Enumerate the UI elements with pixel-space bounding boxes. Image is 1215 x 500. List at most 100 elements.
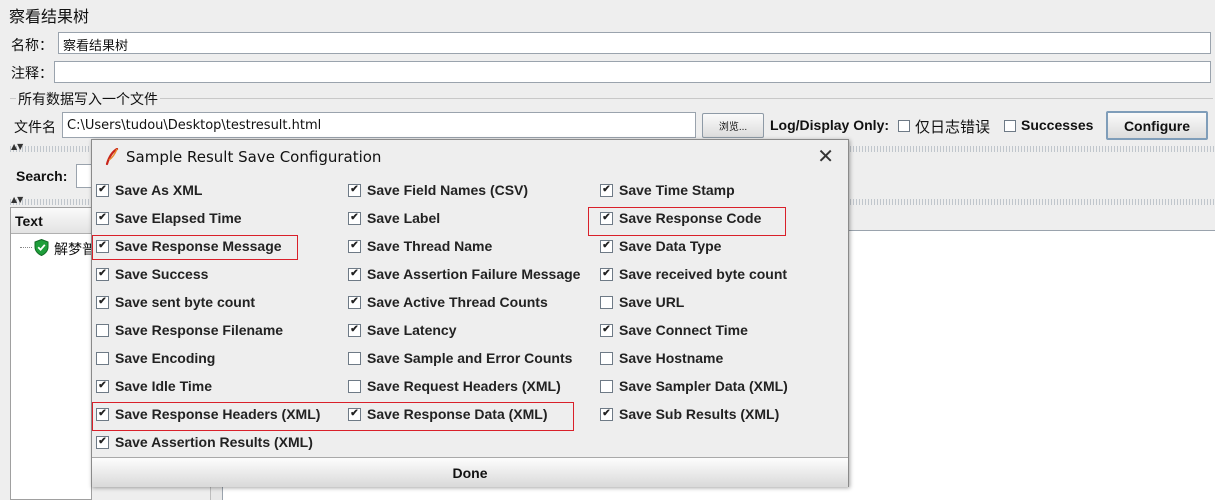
option-save-as-xml[interactable]: ✔ Save As XML bbox=[96, 180, 202, 200]
checkbox[interactable]: ✔ bbox=[96, 267, 109, 281]
option-label: Save Request Headers (XML) bbox=[367, 378, 561, 394]
comment-label: 注释： bbox=[11, 66, 53, 82]
checkbox[interactable] bbox=[600, 295, 613, 309]
filename-label: 文件名 bbox=[14, 120, 56, 136]
option-save-label[interactable]: ✔ Save Label bbox=[348, 208, 440, 228]
option-label: Save Assertion Results (XML) bbox=[115, 434, 313, 450]
checkbox[interactable] bbox=[348, 351, 361, 365]
checkbox[interactable]: ✔ bbox=[348, 267, 361, 281]
checkbox[interactable]: ✔ bbox=[348, 295, 361, 309]
checkbox[interactable]: ✔ bbox=[600, 183, 613, 197]
option-save-assertion-failure-message[interactable]: ✔ Save Assertion Failure Message bbox=[348, 264, 580, 284]
successes-label: Successes bbox=[1021, 117, 1094, 133]
option-save-active-thread-counts[interactable]: ✔ Save Active Thread Counts bbox=[348, 292, 548, 312]
file-group-title: 所有数据写入一个文件 bbox=[16, 89, 160, 109]
option-label: Save Thread Name bbox=[367, 238, 493, 254]
tree-item-label[interactable]: 解梦普 bbox=[54, 239, 96, 259]
option-save-encoding[interactable]: Save Encoding bbox=[96, 348, 215, 368]
save-config-dialog: Sample Result Save Configuration ✕ ✔ Save… bbox=[91, 139, 849, 487]
checkbox[interactable]: ✔ bbox=[96, 295, 109, 309]
option-save-latency[interactable]: ✔ Save Latency bbox=[348, 320, 457, 340]
option-label: Save Latency bbox=[367, 322, 457, 338]
option-save-assertion-results-xml[interactable]: ✔ Save Assertion Results (XML) bbox=[96, 432, 313, 452]
option-save-idle-time[interactable]: ✔ Save Idle Time bbox=[96, 376, 212, 396]
option-label: Save Hostname bbox=[619, 350, 724, 366]
option-save-data-type[interactable]: ✔ Save Data Type bbox=[600, 236, 721, 256]
checkbox[interactable]: ✔ bbox=[348, 183, 361, 197]
option-label: Save sent byte count bbox=[115, 294, 256, 310]
checkbox[interactable]: ✔ bbox=[96, 435, 109, 449]
option-save-sub-results-xml[interactable]: ✔ Save Sub Results (XML) bbox=[600, 404, 779, 424]
name-label: 名称： bbox=[11, 38, 53, 54]
option-label: Save Response Filename bbox=[115, 322, 284, 338]
highlight-response-headers-data bbox=[92, 402, 574, 431]
dialog-title: Sample Result Save Configuration bbox=[126, 148, 382, 166]
checkbox[interactable] bbox=[600, 379, 613, 393]
checkbox[interactable] bbox=[348, 379, 361, 393]
option-save-sample-and-error-counts[interactable]: Save Sample and Error Counts bbox=[348, 348, 572, 368]
option-label: Save Time Stamp bbox=[619, 182, 735, 198]
option-save-field-names-csv[interactable]: ✔ Save Field Names (CSV) bbox=[348, 180, 528, 200]
option-label: Save Elapsed Time bbox=[115, 210, 242, 226]
option-label: Save Sample and Error Counts bbox=[367, 350, 573, 366]
checkbox[interactable]: ✔ bbox=[348, 323, 361, 337]
option-label: Save Idle Time bbox=[115, 378, 213, 394]
log-display-label: Log/Display Only: bbox=[770, 117, 890, 133]
option-save-time-stamp[interactable]: ✔ Save Time Stamp bbox=[600, 180, 735, 200]
checkbox[interactable]: ✔ bbox=[600, 407, 613, 421]
checkbox[interactable]: ✔ bbox=[600, 239, 613, 253]
browse-button[interactable]: 浏览... bbox=[702, 113, 764, 138]
checkbox[interactable]: ✔ bbox=[96, 211, 109, 225]
option-label: Save URL bbox=[619, 294, 685, 310]
checkbox[interactable] bbox=[96, 323, 109, 337]
feather-icon bbox=[104, 147, 120, 170]
errors-only-label: 仅日志错误 bbox=[915, 118, 991, 136]
option-save-success[interactable]: ✔ Save Success bbox=[96, 264, 208, 284]
option-save-sent-byte-count[interactable]: ✔ Save sent byte count bbox=[96, 292, 255, 312]
option-save-request-headers-xml[interactable]: Save Request Headers (XML) bbox=[348, 376, 561, 396]
option-save-sampler-data-xml[interactable]: Save Sampler Data (XML) bbox=[600, 376, 788, 396]
option-label: Save Encoding bbox=[115, 350, 216, 366]
splitter-arrows-top[interactable]: ▲▼ bbox=[11, 142, 23, 151]
configure-button[interactable]: Configure bbox=[1106, 111, 1208, 140]
option-save-response-filename[interactable]: Save Response Filename bbox=[96, 320, 283, 340]
option-save-hostname[interactable]: Save Hostname bbox=[600, 348, 723, 368]
done-button[interactable]: Done bbox=[92, 457, 848, 487]
checkbox[interactable]: ✔ bbox=[348, 211, 361, 225]
checkbox[interactable]: ✔ bbox=[96, 379, 109, 393]
option-save-connect-time[interactable]: ✔ Save Connect Time bbox=[600, 320, 748, 340]
option-label: Save Assertion Failure Message bbox=[367, 266, 581, 282]
successes-checkbox[interactable] bbox=[1004, 120, 1016, 132]
option-save-received-byte-count[interactable]: ✔ Save received byte count bbox=[600, 264, 787, 284]
highlight-response-code bbox=[588, 207, 786, 236]
page-title: 察看结果树 bbox=[9, 7, 90, 26]
checkbox[interactable]: ✔ bbox=[600, 267, 613, 281]
checkbox[interactable] bbox=[96, 351, 109, 365]
tree-column-header[interactable]: Text bbox=[11, 208, 91, 234]
search-label: Search: bbox=[16, 168, 68, 184]
pane-divider[interactable] bbox=[210, 486, 222, 500]
tree-connector bbox=[20, 247, 32, 248]
shield-check-icon bbox=[34, 238, 49, 260]
option-label: Save received byte count bbox=[619, 266, 788, 282]
errors-only-checkbox[interactable] bbox=[898, 120, 910, 132]
checkbox[interactable]: ✔ bbox=[96, 183, 109, 197]
option-save-thread-name[interactable]: ✔ Save Thread Name bbox=[348, 236, 492, 256]
checkbox[interactable]: ✔ bbox=[348, 239, 361, 253]
checkbox[interactable] bbox=[600, 351, 613, 365]
close-icon[interactable]: ✕ bbox=[817, 146, 834, 166]
highlight-response-message bbox=[92, 235, 298, 260]
splitter-arrows-bottom[interactable]: ▲▼ bbox=[11, 195, 23, 204]
option-label: Save Active Thread Counts bbox=[367, 294, 548, 310]
file-group-border bbox=[10, 98, 1213, 99]
filename-input[interactable]: C:\Users\tudou\Desktop\testresult.html bbox=[62, 112, 696, 138]
option-save-elapsed-time[interactable]: ✔ Save Elapsed Time bbox=[96, 208, 242, 228]
name-input[interactable]: 察看结果树 bbox=[58, 32, 1211, 54]
checkbox[interactable]: ✔ bbox=[600, 323, 613, 337]
option-save-url[interactable]: Save URL bbox=[600, 292, 684, 312]
option-label: Save Sampler Data (XML) bbox=[619, 378, 788, 394]
option-label: Save As XML bbox=[115, 182, 203, 198]
option-label: Save Data Type bbox=[619, 238, 722, 254]
option-label: Save Sub Results (XML) bbox=[619, 406, 780, 422]
comment-input[interactable] bbox=[54, 61, 1211, 83]
